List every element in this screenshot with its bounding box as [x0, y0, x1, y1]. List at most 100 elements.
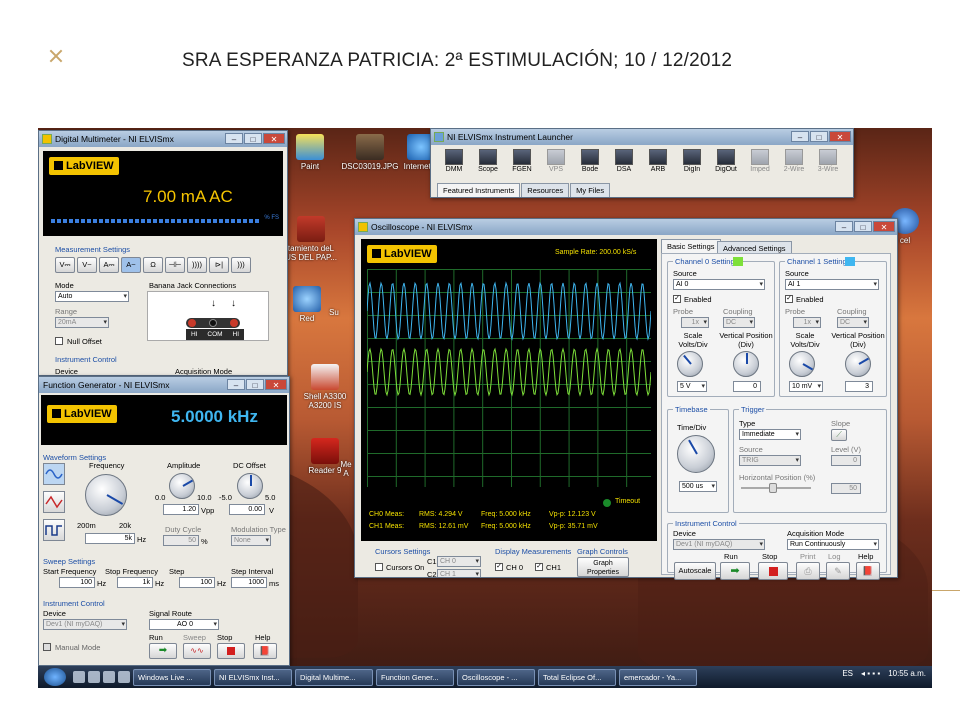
maximize-icon[interactable]: □	[246, 379, 264, 390]
scope-print-button[interactable]: ⎙	[796, 562, 820, 580]
duty-cycle-input[interactable]: 50	[163, 535, 199, 546]
launcher-digin-button[interactable]: DigIn	[677, 149, 707, 173]
quicklaunch-icon[interactable]	[103, 671, 115, 683]
mode-diode-button[interactable]: ⊳|	[209, 257, 229, 273]
ch1-probe-select[interactable]: 1x	[793, 317, 821, 328]
frequency-knob[interactable]	[85, 474, 127, 516]
ch0-scale-select[interactable]: 5 V	[677, 381, 707, 392]
scope-graph[interactable]	[367, 269, 651, 487]
taskbar-item[interactable]: Function Gener...	[376, 668, 454, 686]
scope-stop-button[interactable]	[758, 562, 788, 580]
trigger-source-select[interactable]: TRIG	[739, 455, 801, 466]
step-interval-input[interactable]: 1000	[231, 577, 267, 588]
null-offset-checkbox[interactable]	[55, 337, 63, 345]
mode-select[interactable]: Auto	[55, 291, 129, 302]
minimize-icon[interactable]: –	[225, 133, 243, 144]
autoscale-button[interactable]: Autoscale	[674, 562, 716, 580]
ch1-source-select[interactable]: AI 1	[785, 279, 879, 290]
scope-help-button[interactable]: 📕	[856, 562, 880, 580]
ch0-vpos-input[interactable]: 0	[733, 381, 761, 392]
mode-capacitance-button[interactable]: ⊣⊢	[165, 257, 185, 273]
taskbar-item[interactable]: NI ELVISmx Inst...	[214, 668, 292, 686]
time-div-select[interactable]: 500 us	[679, 481, 717, 492]
launcher-dsa-button[interactable]: DSA	[609, 149, 639, 173]
scope-title-bar[interactable]: Oscilloscope - NI ELVISmx – □ ✕	[355, 219, 897, 235]
launcher-dmm-button[interactable]: DMM	[439, 149, 469, 173]
quicklaunch-icon[interactable]	[88, 671, 100, 683]
fgen-sweep-button[interactable]: ∿∿	[183, 643, 211, 659]
amplitude-input[interactable]: 1.20	[163, 504, 199, 515]
start-button[interactable]	[44, 668, 66, 686]
graph-properties-button[interactable]: Graph Properties	[577, 557, 629, 577]
scope-log-button[interactable]: ✎	[826, 562, 850, 580]
amplitude-knob[interactable]	[169, 473, 195, 499]
close-icon[interactable]: ✕	[265, 379, 287, 390]
start-frequency-input[interactable]: 100	[59, 577, 95, 588]
close-icon[interactable]: ✕	[829, 131, 851, 142]
signal-route-select[interactable]: AO 0	[149, 619, 219, 630]
launcher-bode-button[interactable]: Bode	[575, 149, 605, 173]
tab-resources[interactable]: Resources	[521, 183, 570, 197]
taskbar-item[interactable]: emercador - Ya...	[619, 668, 697, 686]
maximize-icon[interactable]: □	[854, 221, 872, 232]
fgen-title-bar[interactable]: Function Generator - NI ELVISmx – □ ✕	[39, 377, 289, 393]
range-select[interactable]: 20mA	[55, 317, 109, 328]
mode-dc-volts-button[interactable]: V⎓	[55, 257, 75, 273]
tray-icons[interactable]: ◂ ▪ ▪ ▪	[861, 669, 880, 678]
cursor1-select[interactable]: CH 0	[437, 556, 481, 567]
cursor2-select[interactable]: CH 1	[437, 569, 481, 577]
minimize-icon[interactable]: –	[791, 131, 809, 142]
launcher-imped-button[interactable]: Imped	[745, 149, 775, 173]
stop-frequency-input[interactable]: 1k	[117, 577, 153, 588]
ch0-probe-select[interactable]: 1x	[681, 317, 709, 328]
quicklaunch-icon[interactable]	[73, 671, 85, 683]
launcher-arb-button[interactable]: ARB	[643, 149, 673, 173]
modulation-type-select[interactable]: None	[231, 535, 271, 546]
level-input[interactable]: 0	[831, 455, 861, 466]
dc-offset-input[interactable]: 0.00	[229, 504, 265, 515]
maximize-icon[interactable]: □	[810, 131, 828, 142]
minimize-icon[interactable]: –	[835, 221, 853, 232]
language-indicator[interactable]: ES	[842, 669, 853, 678]
clock[interactable]: 10:55 a.m.	[888, 669, 926, 678]
launcher-3-wire-button[interactable]: 3-Wire	[813, 149, 843, 173]
manual-mode-checkbox[interactable]	[43, 643, 51, 651]
mode-ohms-button[interactable]: Ω	[143, 257, 163, 273]
quicklaunch-icon[interactable]	[118, 671, 130, 683]
square-wave-button[interactable]	[43, 519, 65, 541]
taskbar-item[interactable]: Windows Live ...	[133, 668, 211, 686]
frequency-input[interactable]: 5k	[85, 533, 135, 544]
taskbar-item[interactable]: Digital Multime...	[295, 668, 373, 686]
ch1-vpos-input[interactable]: 3	[845, 381, 873, 392]
ch0-enabled-checkbox[interactable]: ✓	[673, 295, 681, 303]
mode-ac-volts-button[interactable]: V~	[77, 257, 97, 273]
minimize-icon[interactable]: –	[227, 379, 245, 390]
acquisition-mode-select[interactable]: Run Continuously	[787, 539, 879, 550]
desktop-icon-partial[interactable]: Su	[324, 308, 344, 317]
dc-offset-knob[interactable]	[237, 473, 263, 499]
launcher-fgen-button[interactable]: FGEN	[507, 149, 537, 173]
maximize-icon[interactable]: □	[244, 133, 262, 144]
trigger-type-select[interactable]: Immediate	[739, 429, 801, 440]
ch1-enabled-checkbox[interactable]: ✓	[785, 295, 793, 303]
mode-dc-amps-button[interactable]: A⎓	[99, 257, 119, 273]
fgen-help-button[interactable]: 📕	[253, 643, 277, 659]
launcher-digout-button[interactable]: DigOut	[711, 149, 741, 173]
ch1-scale-select[interactable]: 10 mV	[789, 381, 823, 392]
close-icon[interactable]: ✕	[263, 133, 285, 144]
hpos-slider-thumb[interactable]	[769, 483, 777, 493]
mode-continuity-button[interactable]: )))	[231, 257, 251, 273]
taskbar-item[interactable]: Total Eclipse Of...	[538, 668, 616, 686]
taskbar-item[interactable]: Oscilloscope - ...	[457, 668, 535, 686]
ch1-vpos-knob[interactable]	[845, 351, 871, 377]
dmm-title-bar[interactable]: Digital Multimeter - NI ELVISmx – □ ✕	[39, 131, 287, 147]
desktop-icon-shell[interactable]: Shell A3300 A3200 IS	[290, 364, 360, 410]
ch0-source-select[interactable]: AI 0	[673, 279, 765, 290]
launcher-2-wire-button[interactable]: 2-Wire	[779, 149, 809, 173]
scope-run-button[interactable]: ➡	[720, 562, 750, 580]
mode-ac-amps-button[interactable]: A~	[121, 257, 141, 273]
hpos-input[interactable]: 50	[831, 483, 861, 494]
display-ch0-checkbox[interactable]: ✓	[495, 563, 503, 571]
display-ch1-checkbox[interactable]: ✓	[535, 563, 543, 571]
fgen-stop-button[interactable]	[217, 643, 245, 659]
